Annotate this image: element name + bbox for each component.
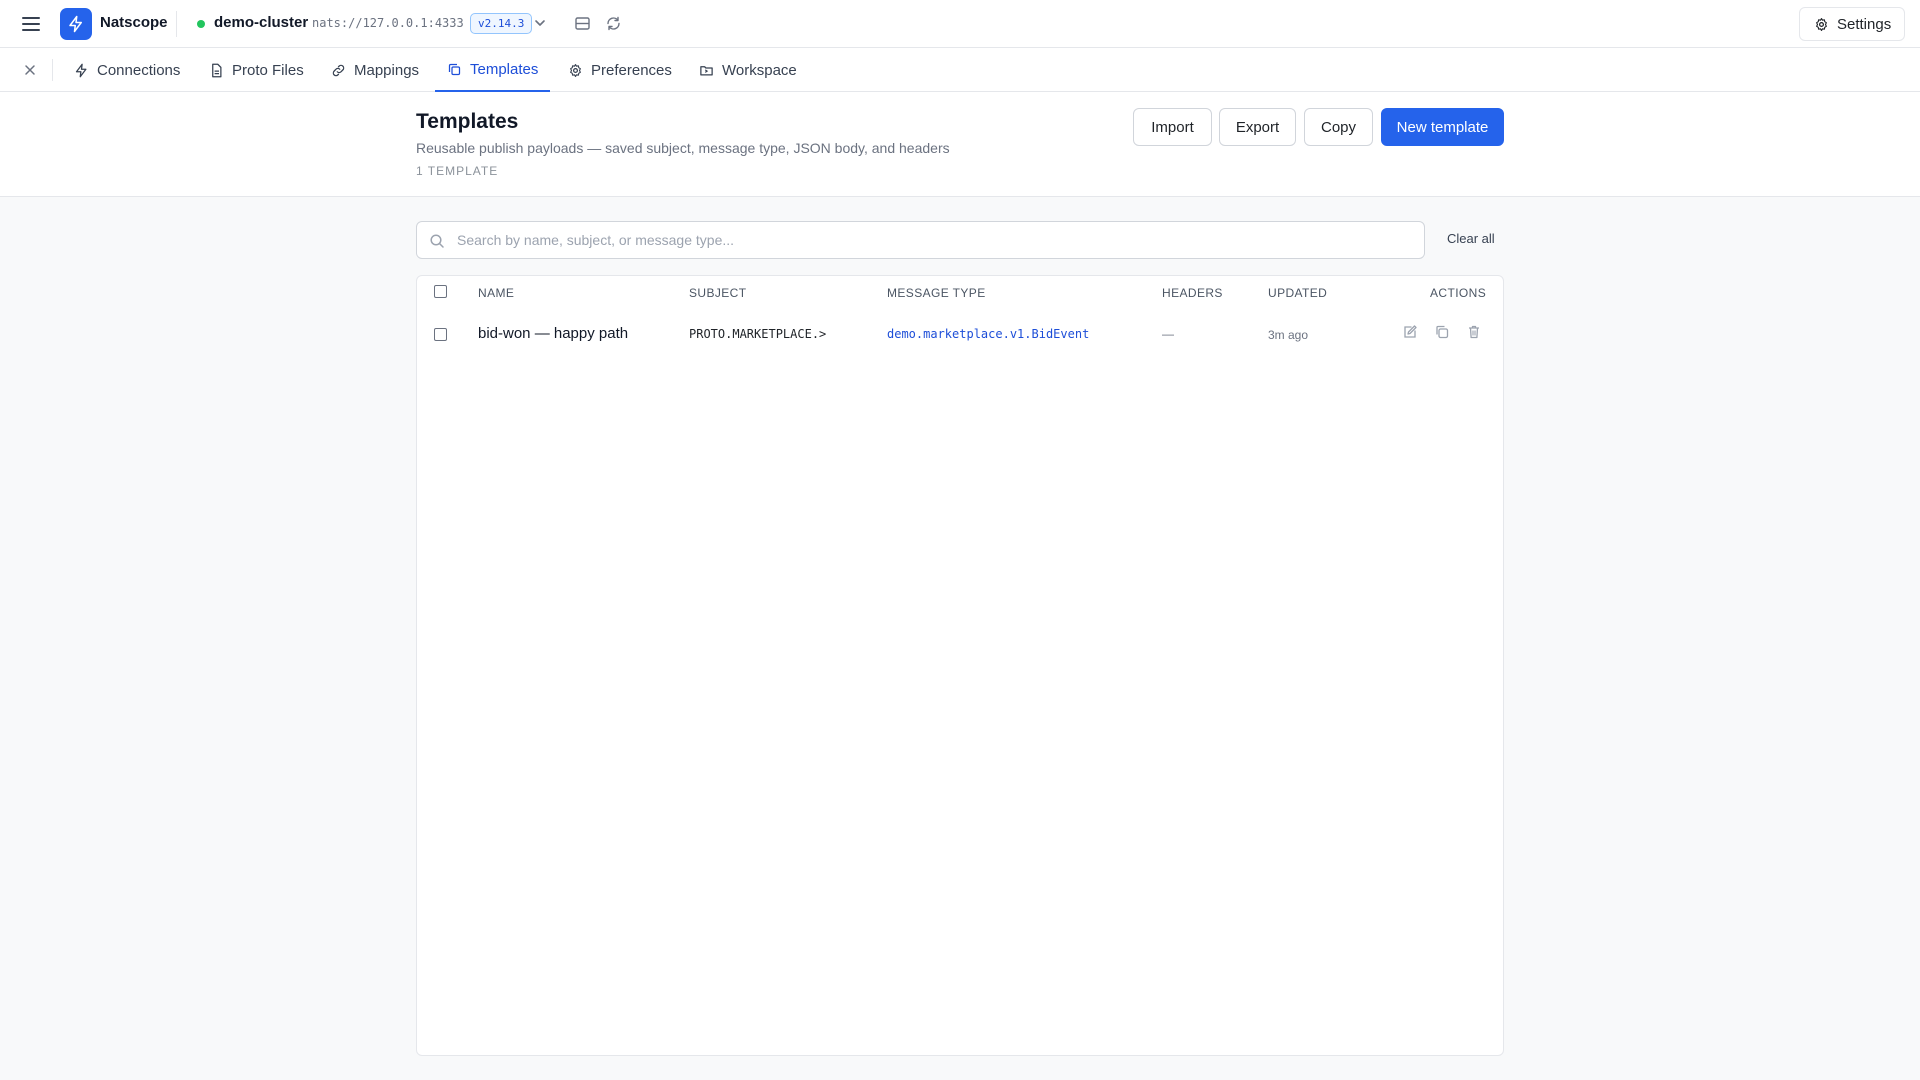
search-box [416, 221, 1425, 259]
tab-bar: Connections Proto Files Mappings Templat… [0, 48, 1920, 92]
layout-icon[interactable] [574, 15, 591, 32]
tab-proto-files[interactable]: Proto Files [209, 48, 304, 92]
new-template-button[interactable]: New template [1381, 108, 1504, 146]
page-title: Templates [416, 110, 519, 133]
edit-icon[interactable] [1402, 324, 1418, 340]
settings-label: Settings [1837, 15, 1892, 33]
tab-label: Preferences [591, 61, 672, 79]
export-button[interactable]: Export [1219, 108, 1296, 146]
divider [52, 59, 53, 81]
tab-label: Proto Files [232, 61, 304, 79]
tab-label: Templates [470, 60, 539, 78]
cluster-url: nats://127.0.0.1:4333 [312, 16, 464, 30]
app-logo [60, 8, 92, 40]
version-badge: v2.14.3 [470, 13, 533, 34]
table-row[interactable]: bid-won — happy path PROTO.MARKETPLACE.>… [417, 306, 1503, 362]
import-button[interactable]: Import [1133, 108, 1212, 146]
tab-connections[interactable]: Connections [74, 48, 180, 92]
bolt-icon [75, 63, 87, 77]
duplicate-icon[interactable] [1434, 324, 1450, 340]
copy-icon [448, 63, 461, 75]
tab-mappings[interactable]: Mappings [331, 48, 419, 92]
file-icon [212, 63, 222, 77]
page-subtitle: Reusable publish payloads — saved subjec… [416, 140, 950, 156]
top-bar: Natscope demo-cluster nats://127.0.0.1:4… [0, 0, 1920, 48]
gear-icon [1816, 17, 1827, 31]
column-header-message-type: MESSAGE TYPE [887, 286, 986, 300]
clear-all-button[interactable]: Clear all [1447, 231, 1495, 246]
tab-workspace[interactable]: Workspace [699, 48, 797, 92]
template-updated: 3m ago [1268, 328, 1309, 342]
search-input[interactable] [457, 222, 1417, 258]
column-header-headers: HEADERS [1162, 286, 1223, 300]
tab-label: Connections [97, 61, 181, 79]
refresh-icon[interactable] [605, 15, 622, 32]
trash-icon[interactable] [1466, 324, 1482, 340]
close-icon[interactable] [22, 62, 38, 78]
templates-table: NAME SUBJECT MESSAGE TYPE HEADERS UPDATE… [416, 275, 1504, 1056]
column-header-updated: UPDATED [1268, 286, 1328, 300]
tab-preferences[interactable]: Preferences [568, 48, 672, 92]
divider [176, 11, 177, 37]
cluster-name: demo-cluster [214, 14, 309, 31]
column-header-actions: ACTIONS [1430, 286, 1487, 300]
template-subject: PROTO.MARKETPLACE.> [689, 327, 827, 341]
menu-icon[interactable] [20, 14, 42, 34]
column-header-name: NAME [478, 286, 515, 300]
column-header-subject: SUBJECT [689, 286, 747, 300]
tab-label: Mappings [354, 61, 420, 79]
connection-status-dot [197, 20, 205, 28]
settings-button[interactable]: Settings [1799, 7, 1905, 41]
template-message-type[interactable]: demo.marketplace.v1.BidEvent [887, 327, 1089, 341]
search-icon [429, 233, 445, 249]
tab-label: Workspace [722, 61, 797, 79]
row-checkbox[interactable] [434, 328, 447, 341]
template-name[interactable]: bid-won — happy path [478, 325, 628, 342]
folder-icon [700, 65, 713, 75]
select-all-checkbox[interactable] [434, 285, 447, 298]
copy-button[interactable]: Copy [1304, 108, 1373, 146]
app-name: Natscope [100, 14, 168, 31]
gear-icon [570, 63, 581, 77]
template-headers: — [1162, 327, 1174, 341]
template-count: 1 TEMPLATE [416, 164, 499, 178]
tab-templates[interactable]: Templates [435, 48, 551, 92]
chevron-down-icon[interactable] [533, 16, 547, 30]
page-header: Templates Reusable publish payloads — sa… [0, 92, 1920, 197]
link-icon [332, 64, 345, 76]
bolt-icon [69, 15, 82, 33]
